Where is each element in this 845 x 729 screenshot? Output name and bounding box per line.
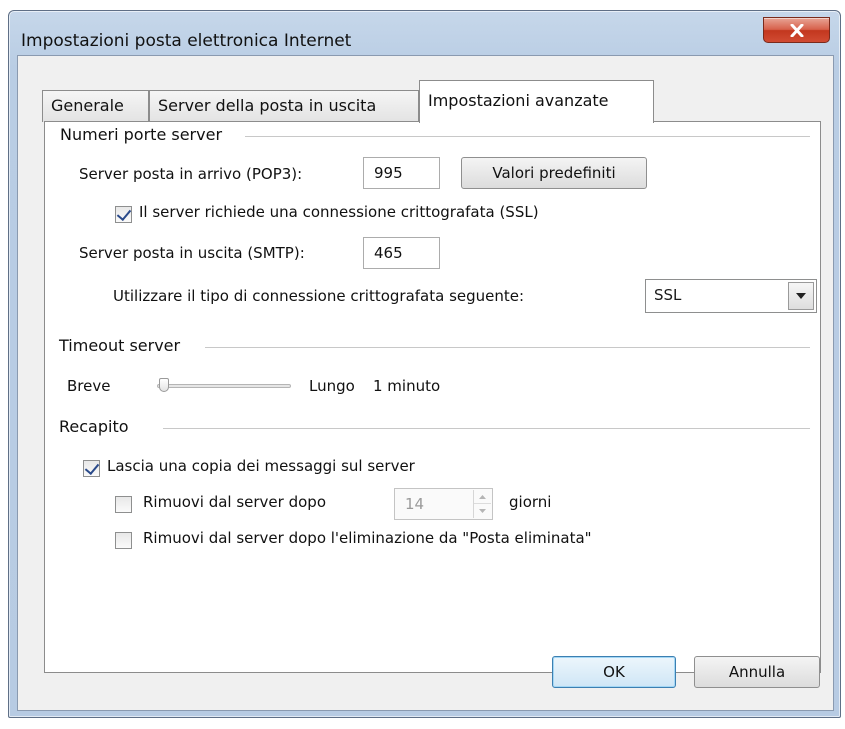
leave-copy-label: Lascia una copia dei messaggi sul server — [107, 457, 415, 475]
chevron-down-icon — [796, 293, 806, 299]
timeout-slider-track[interactable] — [157, 384, 291, 388]
group-label-server-ports: Numeri porte server — [60, 125, 229, 144]
timeout-short-label: Breve — [67, 377, 111, 395]
days-spinner[interactable]: 14 — [394, 488, 493, 520]
ssl-required-label: Il server richiede una connessione critt… — [139, 203, 539, 221]
dialog-window: Impostazioni posta elettronica Internet … — [8, 10, 841, 718]
encryption-type-select[interactable]: SSL — [645, 279, 817, 313]
remove-after-days-label: Rimuovi dal server dopo — [143, 493, 326, 511]
cancel-button[interactable]: Annulla — [694, 656, 820, 688]
ssl-required-checkbox[interactable] — [115, 206, 132, 223]
encryption-type-value: SSL — [654, 286, 682, 304]
remove-after-days-checkbox[interactable] — [115, 496, 132, 513]
spinner-up-button[interactable] — [474, 490, 491, 504]
group-divider — [205, 347, 810, 348]
group-label-timeout: Timeout server — [59, 336, 187, 355]
incoming-port-input[interactable] — [363, 157, 440, 189]
dropdown-button[interactable] — [788, 282, 814, 310]
timeout-value-label: 1 minuto — [373, 377, 441, 395]
arrow-down-icon — [479, 509, 486, 513]
tab-generale[interactable]: Generale — [42, 90, 149, 122]
tab-impostazioni-avanzate[interactable]: Impostazioni avanzate — [419, 80, 654, 123]
outgoing-port-label: Server posta in uscita (SMTP): — [79, 244, 305, 262]
tab-label: Server della posta in uscita — [158, 96, 377, 115]
timeout-long-label: Lungo — [309, 377, 355, 395]
close-icon — [790, 23, 803, 37]
days-value: 14 — [405, 495, 425, 513]
ok-button[interactable]: OK — [552, 656, 676, 688]
group-divider — [163, 428, 810, 429]
spinner-arrows — [473, 490, 491, 518]
tab-label: Generale — [51, 96, 124, 115]
group-label-delivery: Recapito — [59, 417, 135, 436]
dialog-client-area: Generale Server della posta in uscita Im… — [17, 55, 834, 711]
window-title: Impostazioni posta elettronica Internet — [21, 31, 352, 51]
tab-label: Impostazioni avanzate — [428, 91, 609, 110]
days-unit-label: giorni — [509, 493, 552, 511]
spinner-down-button[interactable] — [474, 504, 491, 518]
tab-panel-advanced: Numeri porte server Server posta in arri… — [44, 121, 821, 673]
remove-deleted-label: Rimuovi dal server dopo l'eliminazione d… — [143, 529, 592, 547]
remove-deleted-checkbox[interactable] — [115, 532, 132, 549]
timeout-slider-thumb[interactable] — [159, 378, 169, 392]
default-values-button[interactable]: Valori predefiniti — [461, 157, 647, 189]
leave-copy-checkbox[interactable] — [83, 460, 100, 477]
arrow-up-icon — [479, 494, 486, 499]
encryption-type-label: Utilizzare il tipo di connessione critto… — [113, 287, 525, 305]
group-divider — [245, 136, 810, 137]
close-button[interactable] — [763, 17, 830, 43]
tab-server-posta-uscita[interactable]: Server della posta in uscita — [149, 90, 419, 122]
incoming-port-label: Server posta in arrivo (POP3): — [79, 165, 303, 183]
outgoing-port-input[interactable] — [363, 237, 440, 269]
